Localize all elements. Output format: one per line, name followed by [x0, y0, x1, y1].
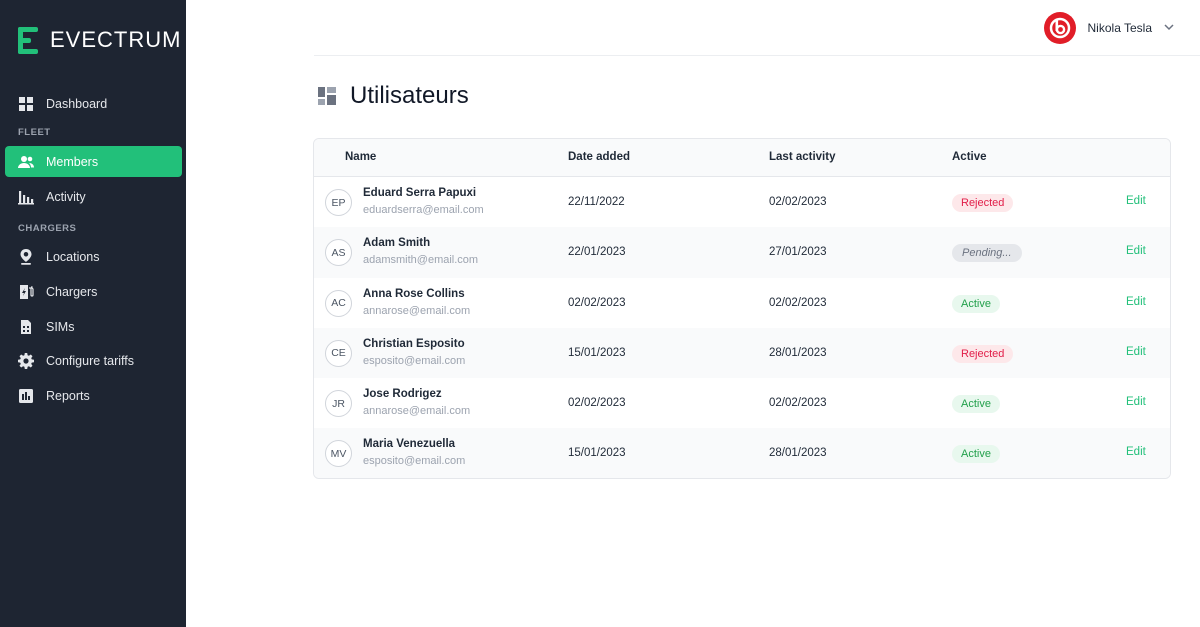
avatar-initials: EP [331, 196, 346, 209]
sidebar-item-label: SIMs [46, 319, 75, 334]
status-badge: Rejected [952, 344, 1014, 363]
reports-icon [18, 388, 34, 404]
date-added: 22/01/2023 [568, 246, 626, 259]
location-pin-icon [18, 248, 34, 265]
last-activity: 02/02/2023 [769, 196, 827, 208]
avatar: AS [325, 239, 352, 267]
activity-icon [18, 189, 34, 205]
sidebar-item-activity[interactable]: Activity [5, 181, 182, 212]
member-name: Adam Smith [363, 237, 431, 250]
date-added: 02/02/2023 [568, 397, 626, 410]
date-added: 22/11/2022 [568, 196, 625, 208]
dashboard-icon [18, 96, 34, 112]
date-added: 02/02/2023 [568, 296, 626, 309]
edit-link[interactable]: Edit [1126, 245, 1146, 257]
column-header-active: Active [952, 151, 987, 163]
sidebar-item-dashboard[interactable]: Dashboard [5, 88, 182, 119]
member-email: annarose@email.com [363, 405, 471, 418]
last-activity: 27/01/2023 [769, 246, 827, 259]
column-header-last-activity: Last activity [769, 151, 836, 163]
sidebar-item-label: Chargers [46, 284, 98, 299]
table-header: Name Date added Last activity Active [314, 139, 1170, 177]
sidebar-item-label: Reports [46, 388, 90, 403]
member-name: Jose Rodrigez [363, 388, 442, 401]
table-body: EP Eduard Serra Papuxi eduardserra@email… [314, 177, 1170, 478]
section-label-chargers: CHARGERS [18, 223, 77, 234]
last-activity: 02/02/2023 [769, 296, 827, 309]
edit-link[interactable]: Edit [1126, 346, 1146, 358]
member-email: esposito@email.com [363, 455, 466, 468]
avatar: MV [325, 440, 352, 468]
section-label-fleet: FLEET [18, 127, 51, 138]
sidebar-item-chargers[interactable]: Chargers [5, 276, 182, 307]
beats-logo-icon [1043, 12, 1076, 44]
edit-link[interactable]: Edit [1126, 296, 1146, 308]
header-divider [314, 55, 1200, 56]
table-row: AC Anna Rose Collins annarose@email.com … [314, 278, 1170, 328]
brand-name: EVECTRUM [50, 27, 182, 52]
member-email: adamsmith@email.com [363, 254, 479, 267]
sidebar-item-configure-tariffs[interactable]: Configure tariffs [5, 345, 182, 376]
last-activity: 28/01/2023 [769, 346, 827, 359]
last-activity: 28/01/2023 [769, 447, 827, 460]
avatar-initials: CE [331, 347, 346, 360]
user-menu[interactable]: Nikola Tesla [1043, 12, 1174, 44]
edit-link[interactable]: Edit [1126, 446, 1146, 458]
status-badge: Pending... [952, 244, 1022, 263]
last-activity: 02/02/2023 [769, 397, 827, 410]
date-added: 15/01/2023 [568, 447, 626, 460]
avatar-initials: AC [331, 297, 346, 310]
avatar-initials: MV [330, 447, 347, 460]
brand-logo[interactable]: EVECTRUM [18, 26, 181, 54]
avatar: JR [325, 390, 352, 418]
charger-icon [18, 284, 34, 300]
avatar-initials: AS [331, 246, 346, 259]
status-badge: Rejected [952, 194, 1014, 212]
sidebar-item-label: Locations [46, 249, 100, 264]
status-badge: Active [952, 294, 1000, 313]
table-row: MV Maria Venezuella esposito@email.com 1… [314, 428, 1170, 478]
member-name: Christian Esposito [363, 337, 465, 350]
gear-icon [18, 352, 34, 369]
table-row: JR Jose Rodrigez annarose@email.com 02/0… [314, 378, 1170, 428]
edit-link[interactable]: Edit [1126, 396, 1146, 408]
sidebar-item-members[interactable]: Members [5, 146, 182, 177]
status-badge: Active [952, 395, 1000, 414]
chevron-down-icon [1164, 19, 1174, 37]
sidebar-item-label: Members [46, 154, 99, 169]
sidebar: EVECTRUM Dashboard FLEET Members Activit… [0, 0, 186, 627]
page-header: Utilisateurs [318, 82, 469, 110]
sidebar-item-label: Configure tariffs [46, 353, 135, 368]
sidebar-item-locations[interactable]: Locations [5, 241, 182, 272]
member-email: eduardserra@email.com [363, 204, 484, 216]
members-icon [18, 154, 34, 170]
members-table: Name Date added Last activity Active EP … [313, 138, 1171, 479]
evectrum-logo-icon [18, 26, 40, 54]
sim-icon [18, 319, 34, 335]
sidebar-item-reports[interactable]: Reports [5, 380, 182, 411]
table-row: AS Adam Smith adamsmith@email.com 22/01/… [314, 227, 1170, 278]
sidebar-item-label: Dashboard [46, 96, 108, 111]
table-row: CE Christian Esposito esposito@email.com… [314, 327, 1170, 379]
member-name: Maria Venezuella [363, 438, 456, 451]
member-email: esposito@email.com [363, 354, 466, 367]
member-name: Eduard Serra Papuxi [363, 187, 477, 199]
avatar: AC [325, 289, 352, 317]
user-name: Nikola Tesla [1087, 21, 1152, 35]
date-added: 15/01/2023 [568, 346, 626, 359]
edit-link[interactable]: Edit [1126, 195, 1146, 207]
member-email: annarose@email.com [363, 304, 471, 317]
column-header-name: Name [345, 151, 377, 163]
page-title: Utilisateurs [350, 82, 469, 109]
member-name: Anna Rose Collins [363, 287, 465, 300]
sidebar-item-sims[interactable]: SIMs [5, 311, 182, 342]
table-row: EP Eduard Serra Papuxi eduardserra@email… [314, 177, 1170, 227]
sidebar-item-label: Activity [46, 189, 86, 204]
layout-grid-icon [318, 87, 336, 105]
avatar: CE [325, 339, 352, 367]
status-badge: Active [952, 445, 1000, 464]
column-header-date-added: Date added [568, 151, 630, 163]
avatar: EP [325, 189, 352, 216]
avatar-initials: JR [332, 397, 345, 410]
